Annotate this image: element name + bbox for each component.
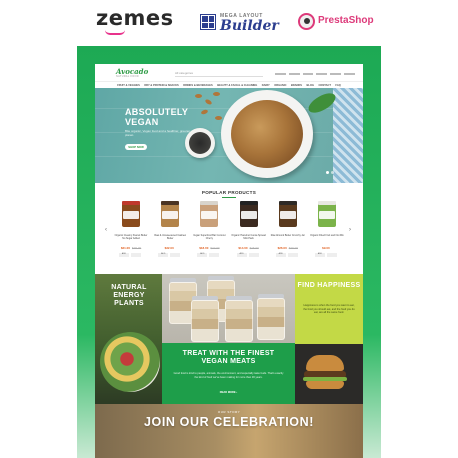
product-card[interactable]: Organic Creamy Peanut Butter No Sugar Ad…: [113, 201, 149, 263]
add-to-cart-button[interactable]: ADD: [158, 253, 169, 257]
zemes-logo: zemes: [96, 6, 174, 30]
product-jar-label: [279, 211, 296, 219]
add-to-cart-button[interactable]: ADD: [197, 253, 208, 257]
header-links[interactable]: [275, 71, 355, 76]
hero-shop-button[interactable]: SHOP NOW: [125, 144, 147, 150]
promo-vegan-title: TREAT WITH THE FINEST VEGAN MEATS: [182, 350, 275, 365]
promo-happiness-text: Happiness is when the food you want to e…: [303, 304, 355, 315]
wishlist-button[interactable]: [326, 253, 337, 257]
product-card[interactable]: Organic Hazelnut Cocoa Spread Mini Pack …: [231, 201, 267, 263]
wishlist-button[interactable]: [248, 253, 259, 257]
product-jar-lid: [122, 201, 140, 205]
prestashop-logo-text: PrestaShop: [318, 15, 374, 26]
hero-title: ABSOLUTELY VEGAN: [125, 107, 189, 127]
zemes-smile-mark: [105, 30, 125, 35]
slider-dots[interactable]: [326, 171, 334, 174]
product-card[interactable]: Organic Dried Fruit and Nut Mix $9.00 AD…: [309, 201, 345, 263]
product-jar-label: [318, 211, 335, 219]
product-name[interactable]: Raw Almond Butter Crunchy Jar: [270, 234, 306, 237]
popular-products-title: POPULAR PRODUCTS: [201, 190, 257, 195]
almond-decoration: [204, 98, 213, 106]
builder-label: Builder: [220, 18, 279, 34]
product-old-price: $16.00: [249, 246, 259, 250]
almond-decoration: [213, 92, 220, 96]
our-story-label: OUR STORY: [217, 410, 241, 414]
almond-decoration: [215, 116, 222, 120]
almond-decoration: [195, 94, 202, 98]
wishlist-button[interactable]: [170, 253, 181, 257]
product-name[interactable]: Organic Creamy Peanut Butter No Sugar Ad…: [113, 234, 149, 240]
product-card[interactable]: Raw & Unsweetened Cashew Butter $32.00 A…: [152, 201, 188, 263]
read-more-link[interactable]: READ MORE ›: [162, 391, 295, 394]
product-jar-label: [201, 211, 218, 219]
product-old-price: $29.00: [288, 246, 298, 250]
salad-bowl-image: [100, 332, 160, 392]
product-name[interactable]: Vegan Superfood Bar Coconut Cherry: [191, 234, 227, 240]
promo-vegan-meats[interactable]: TREAT WITH THE FINEST VEGAN MEATS Good f…: [162, 343, 295, 404]
promo-grid: NATURAL ENERGY PLANTS FIND HAPPINESS Hap…: [95, 274, 363, 458]
wishlist-button[interactable]: [131, 253, 141, 257]
add-to-cart-button[interactable]: ADD: [119, 253, 129, 257]
site-preview[interactable]: Avocado NATURAL FOOD All categories FRUI…: [95, 64, 363, 458]
product-old-price: $25.00: [132, 246, 142, 250]
hero-subtitle: Bite organic, Vegan food and a healthier…: [125, 129, 191, 137]
product-jar-label: [240, 211, 257, 219]
product-price: $26.00 $29.00: [277, 246, 298, 250]
product-jar-lid: [200, 201, 219, 205]
brand-strip: zemes MEGA LAYOUT Builder PrestaShop: [0, 0, 458, 44]
site-logo-tagline: NATURAL FOOD: [116, 75, 139, 78]
promo-burger-image: [295, 344, 363, 404]
wishlist-button[interactable]: [209, 253, 220, 257]
carousel-next-icon[interactable]: ›: [349, 227, 351, 233]
hero-slider[interactable]: ABSOLUTELY VEGAN Bite organic, Vegan foo…: [95, 88, 363, 183]
product-name[interactable]: Organic Hazelnut Cocoa Spread Mini Pack: [231, 234, 267, 240]
add-to-cart-button[interactable]: ADD: [275, 253, 286, 257]
product-carousel: Organic Creamy Peanut Butter No Sugar Ad…: [113, 201, 345, 263]
prestashop-puffin-icon: [298, 13, 315, 30]
product-jar-lid: [161, 201, 180, 205]
product-old-price: $22.00: [210, 246, 220, 250]
hero-napkin-decoration: [333, 88, 363, 183]
title-underline: [222, 197, 236, 198]
promo-energy-plants[interactable]: NATURAL ENERGY PLANTS: [95, 274, 162, 404]
our-story-banner[interactable]: OUR STORY JOIN OUR CELEBRATION!: [95, 404, 363, 458]
product-name[interactable]: Organic Dried Fruit and Nut Mix: [309, 234, 345, 237]
hero-granola: [231, 100, 303, 168]
product-jar-lid: [278, 201, 297, 205]
add-to-cart-button[interactable]: ADD: [236, 253, 247, 257]
product-jar-label: [162, 211, 179, 219]
product-price: $21.00 $25.00: [120, 246, 142, 250]
carousel-prev-icon[interactable]: ‹: [105, 227, 107, 233]
product-price: $18.00 $22.00: [199, 246, 220, 250]
product-jar-lid: [317, 201, 336, 205]
product-jar-lid: [239, 201, 258, 205]
promo-happiness-title: FIND HAPPINESS: [297, 282, 361, 289]
product-card[interactable]: Vegan Superfood Bar Coconut Cherry $18.0…: [191, 201, 227, 263]
product-price: $9.00: [322, 246, 330, 250]
promo-energy-title: NATURAL ENERGY PLANTS: [111, 284, 147, 307]
product-card[interactable]: Raw Almond Butter Crunchy Jar $26.00 $29.…: [270, 201, 306, 263]
add-to-cart-button[interactable]: ADD: [314, 253, 325, 257]
our-story-title: JOIN OUR CELEBRATION!: [143, 415, 314, 429]
product-jar-label: [123, 211, 139, 219]
search-input[interactable]: All categories: [175, 71, 263, 77]
site-header: Avocado NATURAL FOOD All categories FRUI…: [95, 64, 363, 88]
promo-vegan-text: Good food is kind to people, animals, th…: [173, 372, 284, 379]
product-price: $14.00 $16.00: [238, 246, 259, 250]
product-price: $32.00: [164, 246, 174, 250]
product-name[interactable]: Raw & Unsweetened Cashew Butter: [152, 234, 188, 240]
main-nav: FRUIT & VEGGIES DRY & PROTEIN & SNACKS D…: [95, 81, 363, 88]
promo-find-happiness[interactable]: FIND HAPPINESS Happiness is when the foo…: [295, 274, 363, 344]
wishlist-button[interactable]: [287, 253, 298, 257]
mega-layout-builder-icon: [200, 14, 216, 30]
